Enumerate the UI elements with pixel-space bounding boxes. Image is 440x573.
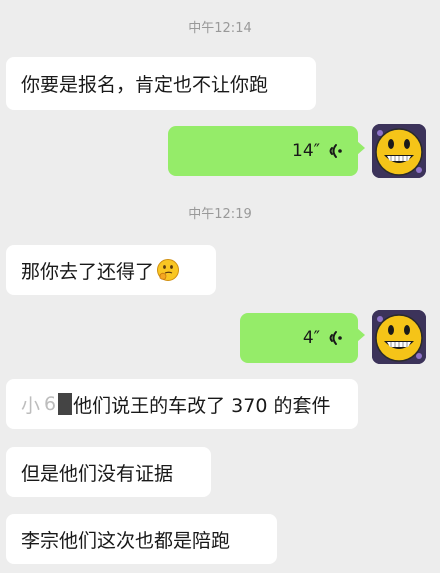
timestamp: 中午12:19 [188,207,252,222]
message-bubble-incoming[interactable]: 小 6 他们说王的车改了 370 的套件 [6,379,358,429]
message-text: 但是他们没有证据 [21,462,174,485]
voice-duration: 4″ [302,328,320,348]
voice-message-bubble[interactable]: 14″ [168,126,365,176]
avatar[interactable] [372,310,426,364]
voice-message-bubble[interactable]: 4″ [240,313,365,363]
voice-wave-icon [326,327,344,349]
message-text: 李宗他们这次也都是陪跑 [21,529,231,552]
redaction-block [58,393,73,415]
voice-wave-icon [326,140,344,162]
avatar[interactable] [372,124,426,178]
message-bubble-incoming[interactable]: 那你去了还得了 [6,245,216,295]
message-bubble-incoming[interactable]: 但是他们没有证据 [6,447,211,497]
message-text: 你要是报名，肯定也不让你跑 [21,74,269,96]
message-text-faint: 6 [44,393,57,415]
message-text: 他们说王的车改了 370 的套件 [73,394,331,417]
thinking-face-emoji [156,258,180,282]
voice-duration: 14″ [292,141,320,161]
message-text-prefix: 小 [21,394,41,417]
timestamp: 中午12:14 [188,21,252,36]
message-bubble-incoming[interactable]: 你要是报名，肯定也不让你跑 [6,57,316,110]
message-text: 那你去了还得了 [21,260,155,283]
message-bubble-incoming[interactable]: 李宗他们这次也都是陪跑 [6,514,277,564]
